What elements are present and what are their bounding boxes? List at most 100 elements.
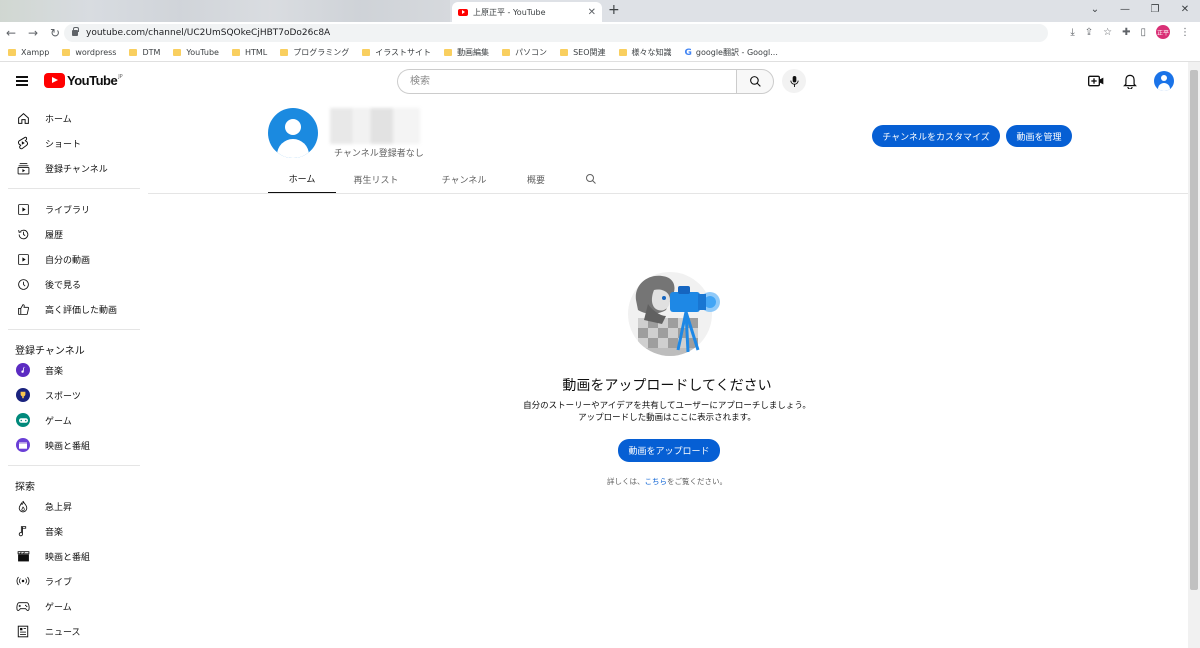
search-button[interactable]	[736, 69, 774, 94]
empty-state-desc-line2: アップロードした動画はここに表示されます。	[578, 413, 756, 423]
mic-icon	[789, 75, 799, 87]
menu-dots-icon[interactable]: ⋮	[1180, 27, 1190, 38]
explore-item-gaming[interactable]: ゲーム	[0, 594, 140, 618]
tab-playlists[interactable]: 再生リスト	[344, 164, 408, 194]
account-avatar[interactable]	[1154, 71, 1174, 91]
news-icon	[16, 624, 30, 638]
subscriber-count: チャンネル登録者なし	[334, 149, 424, 159]
sidebar-item-subscriptions[interactable]: 登録チャンネル	[0, 156, 140, 180]
share-icon[interactable]: ⇪	[1085, 27, 1093, 38]
extensions-icon[interactable]: ✚	[1122, 27, 1130, 38]
notifications-button[interactable]	[1120, 71, 1140, 91]
help-text: 詳しくは、こちらをご覧ください。	[607, 477, 727, 486]
bookmark-item[interactable]: パソコン	[502, 47, 547, 58]
bookmark-item[interactable]: Xampp	[8, 48, 49, 57]
upload-illustration	[628, 272, 720, 356]
bookmark-item[interactable]: イラストサイト	[362, 47, 431, 58]
minimize-icon[interactable]: —	[1110, 0, 1140, 22]
explore-item-live[interactable]: ライブ	[0, 569, 140, 593]
home-icon	[16, 111, 30, 125]
folder-icon	[173, 49, 182, 56]
sidebar-item-library[interactable]: ライブラリ	[0, 197, 140, 221]
browser-tab-active[interactable]: 上原正平 - YouTube ✕	[452, 2, 602, 22]
gaming-icon	[16, 599, 30, 613]
tab-channels[interactable]: チャンネル	[432, 164, 496, 194]
bookmark-item[interactable]: YouTube	[173, 48, 219, 57]
youtube-header: YouTube JP	[0, 62, 1188, 102]
sidebar-item-liked[interactable]: 高く評価した動画	[0, 297, 140, 321]
bookmark-star-icon[interactable]: ☆	[1103, 27, 1112, 38]
back-icon[interactable]: ←	[0, 26, 22, 40]
folder-icon	[231, 49, 240, 56]
shorts-icon	[16, 136, 30, 150]
explore-item-movies[interactable]: 映画と番組	[0, 544, 140, 568]
history-icon	[16, 227, 30, 241]
subscriptions-heading: 登録チャンネル	[15, 346, 85, 357]
tab-title: 上原正平 - YouTube	[473, 7, 546, 17]
browser-toolbar: ← → ↻ youtube.com/channel/UC2UmSQOkeCjHB…	[0, 22, 1200, 44]
create-video-button[interactable]	[1086, 71, 1106, 91]
tab-close-icon[interactable]: ✕	[588, 7, 596, 18]
folder-icon	[8, 49, 16, 56]
bookmark-item[interactable]: SEO関連	[560, 47, 606, 58]
bookmark-item[interactable]: 様々な知識	[618, 47, 672, 58]
tabs-divider	[148, 193, 1188, 194]
empty-state-description: 自分のストーリーやアイデアを共有してユーザーにアプローチしましょう。 アップロー…	[0, 400, 1200, 424]
browser-tabstrip: 上原正平 - YouTube ✕ + ⌄ — ❐ ✕	[0, 0, 1200, 22]
empty-state-title: 動画をアップロードしてください	[562, 378, 772, 394]
menu-icon[interactable]	[16, 76, 28, 86]
channel-avatar[interactable]	[268, 108, 318, 158]
tab-search-icon[interactable]: ⌄	[1080, 0, 1110, 22]
customize-channel-button[interactable]: チャンネルをカスタマイズ	[872, 125, 1000, 147]
explore-item-music[interactable]: 音楽	[0, 519, 140, 543]
sidebar-item-shorts[interactable]: ショート	[0, 131, 140, 155]
voice-search-button[interactable]	[782, 69, 806, 93]
search-input[interactable]	[397, 69, 736, 94]
tab-about[interactable]: 概要	[514, 164, 558, 194]
side-panel-icon[interactable]: ▯	[1140, 27, 1146, 38]
explore-item-trending[interactable]: 急上昇	[0, 494, 140, 518]
bookmark-item[interactable]: プログラミング	[280, 47, 349, 58]
new-tab-button[interactable]: +	[608, 2, 620, 18]
help-link[interactable]: こちら	[645, 477, 668, 486]
folder-icon	[444, 49, 453, 56]
bookmark-item[interactable]: DTM	[129, 48, 160, 57]
toolbar-actions: ⤓ ⇪ ☆ ✚ ▯ 正平 ⋮	[1070, 25, 1190, 39]
bookmark-item[interactable]: HTML	[231, 48, 267, 57]
install-icon[interactable]: ⤓	[1070, 27, 1074, 38]
channel-search-button[interactable]	[580, 164, 602, 194]
channel-name-redacted	[330, 108, 420, 144]
live-icon	[16, 574, 30, 588]
bookmark-item[interactable]: Ggoogle翻訳 - Googl...	[685, 47, 778, 58]
bookmark-item[interactable]: wordpress	[62, 48, 116, 57]
profile-avatar[interactable]: 正平	[1156, 25, 1170, 39]
tab-home[interactable]: ホーム	[268, 164, 336, 194]
explore-item-news[interactable]: ニュース	[0, 619, 140, 643]
subscription-item-movies[interactable]: 映画と番組	[0, 433, 140, 457]
page-scrollbar[interactable]	[1188, 62, 1200, 648]
manage-videos-button[interactable]: 動画を管理	[1006, 125, 1072, 147]
bookmark-item[interactable]: 動画編集	[444, 47, 489, 58]
restore-icon[interactable]: ❐	[1140, 0, 1170, 22]
sidebar-item-home[interactable]: ホーム	[0, 106, 140, 130]
sidebar-item-your-videos[interactable]: 自分の動画	[0, 247, 140, 271]
your-videos-icon	[16, 252, 30, 266]
upload-video-button[interactable]: 動画をアップロード	[618, 439, 720, 462]
scrollbar-thumb[interactable]	[1190, 70, 1198, 590]
address-bar[interactable]: youtube.com/channel/UC2UmSQOkeCjHBT7oDo2…	[64, 24, 1048, 42]
forward-icon[interactable]: →	[22, 26, 44, 40]
folder-icon	[618, 49, 627, 56]
reload-icon[interactable]: ↻	[44, 26, 66, 40]
window-controls: ⌄ — ❐ ✕	[1080, 0, 1200, 22]
folder-icon	[362, 49, 371, 56]
sidebar-item-watch-later[interactable]: 後で見る	[0, 272, 140, 296]
url-text: youtube.com/channel/UC2UmSQOkeCjHBT7oDo2…	[86, 28, 331, 38]
youtube-page: YouTube JP ホーム ショー	[0, 62, 1188, 648]
close-window-icon[interactable]: ✕	[1170, 0, 1200, 22]
trending-icon	[16, 499, 30, 513]
sidebar-divider	[8, 329, 140, 330]
sidebar-item-history[interactable]: 履歴	[0, 222, 140, 246]
sidebar-divider	[8, 188, 140, 189]
youtube-logo[interactable]: YouTube JP	[44, 73, 123, 88]
liked-icon	[16, 302, 30, 316]
